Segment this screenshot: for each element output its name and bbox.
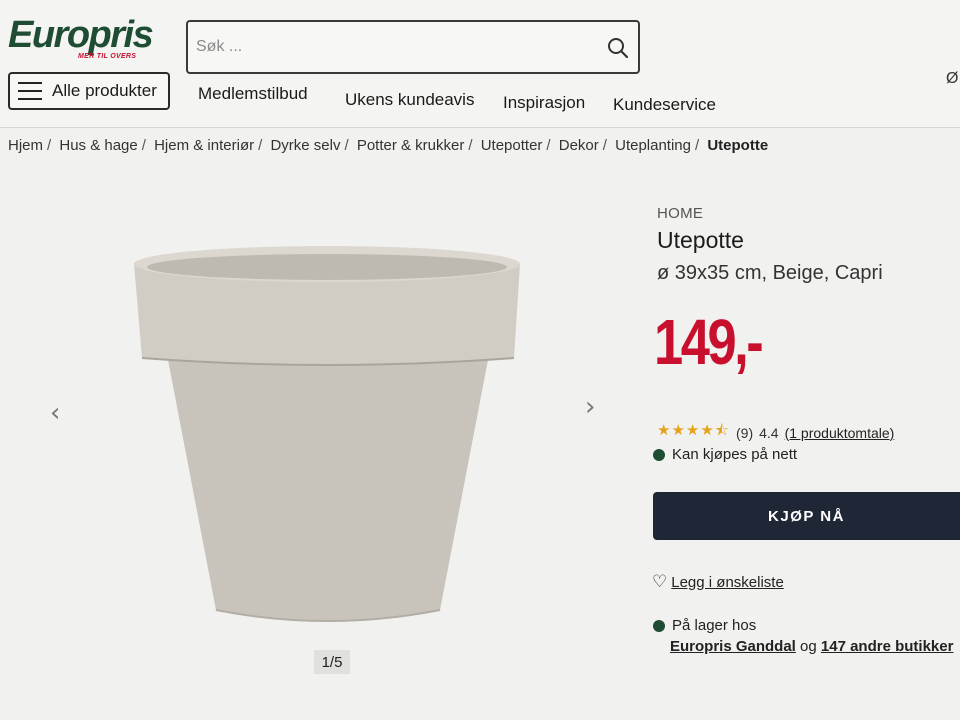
other-stores-link[interactable]: 147 andre butikker bbox=[821, 638, 954, 655]
heart-icon: ♡ bbox=[652, 572, 668, 592]
breadcrumb-item[interactable]: Uteplanting bbox=[615, 137, 691, 154]
search-input[interactable] bbox=[196, 34, 596, 60]
store-link[interactable]: Europris Ganddal bbox=[670, 638, 796, 655]
breadcrumb-item[interactable]: Dyrke selv bbox=[270, 137, 340, 154]
buy-now-button[interactable]: KJØP NÅ bbox=[653, 492, 960, 540]
stock-stores: Europris Ganddal og 147 andre butikker bbox=[670, 638, 953, 655]
breadcrumb: Hjem / Hus & hage / Hjem & interiør / Dyrke… bbox=[8, 137, 769, 154]
availability-dot-icon bbox=[653, 448, 665, 461]
europris-logo[interactable]: Europris bbox=[8, 14, 154, 57]
nav-ukens-kundeavis[interactable]: Ukens kundeavis bbox=[345, 90, 474, 110]
hamburger-menu-icon bbox=[18, 82, 42, 100]
stock-and: og bbox=[800, 638, 817, 655]
gallery-counter: 1/5 bbox=[314, 650, 350, 674]
rating-row: ★★★★⯪ (9) 4.4 (1 produktomtale) bbox=[657, 420, 894, 445]
breadcrumb-item[interactable]: Hjem bbox=[8, 137, 43, 154]
search-bar[interactable] bbox=[186, 20, 640, 74]
breadcrumb-item[interactable]: Utepotter bbox=[481, 137, 543, 154]
product-title: Utepotte bbox=[657, 227, 744, 253]
header-truncated-item[interactable]: Ø bbox=[946, 70, 958, 88]
site-header: Europris MER TIL OVERS Ø Alle produkter … bbox=[0, 0, 960, 128]
availability-text: Kan kjøpes på nett bbox=[672, 446, 798, 463]
review-count: (9) bbox=[736, 424, 754, 441]
product-gallery: ‹ › 1/5 bbox=[0, 180, 640, 720]
gallery-prev-chevron-icon[interactable]: ‹ bbox=[50, 398, 60, 428]
wishlist-label: Legg i ønskeliste bbox=[671, 573, 784, 591]
nav-medlemstilbud[interactable]: Medlemstilbud bbox=[198, 84, 308, 104]
stock-dot-icon bbox=[653, 619, 665, 632]
breadcrumb-item[interactable]: Hus & hage bbox=[59, 137, 137, 154]
gallery-next-chevron-icon[interactable]: › bbox=[585, 392, 595, 422]
product-brand[interactable]: HOME bbox=[657, 205, 703, 222]
reviews-link[interactable]: (1 produktomtale) bbox=[785, 425, 895, 441]
logo-tagline: MER TIL OVERS bbox=[78, 53, 137, 60]
product-price: 149,- bbox=[654, 306, 764, 378]
stock-label: På lager hos bbox=[672, 617, 757, 634]
nav-kundeservice[interactable]: Kundeservice bbox=[613, 95, 716, 115]
nav-inspirasjon[interactable]: Inspirasjon bbox=[503, 93, 585, 113]
wishlist-button[interactable]: ♡ Legg i ønskeliste bbox=[652, 572, 784, 592]
breadcrumb-item[interactable]: Dekor bbox=[559, 137, 599, 154]
all-products-button[interactable]: Alle produkter bbox=[8, 72, 170, 110]
all-products-label: Alle produkter bbox=[52, 81, 157, 100]
store-stock: På lager hos bbox=[653, 617, 756, 634]
breadcrumb-item[interactable]: Hjem & interiør bbox=[154, 137, 254, 154]
product-image[interactable] bbox=[128, 240, 528, 630]
search-icon[interactable] bbox=[606, 36, 630, 60]
product-subtitle: ø 39x35 cm, Beige, Capri bbox=[657, 262, 883, 284]
online-availability: Kan kjøpes på nett bbox=[653, 446, 797, 463]
rating-value: 4.4 bbox=[759, 424, 779, 441]
rating-stars-icon: ★★★★⯪ bbox=[657, 421, 730, 439]
breadcrumb-current: Utepotte bbox=[707, 137, 769, 154]
breadcrumb-item[interactable]: Potter & krukker bbox=[357, 137, 465, 154]
